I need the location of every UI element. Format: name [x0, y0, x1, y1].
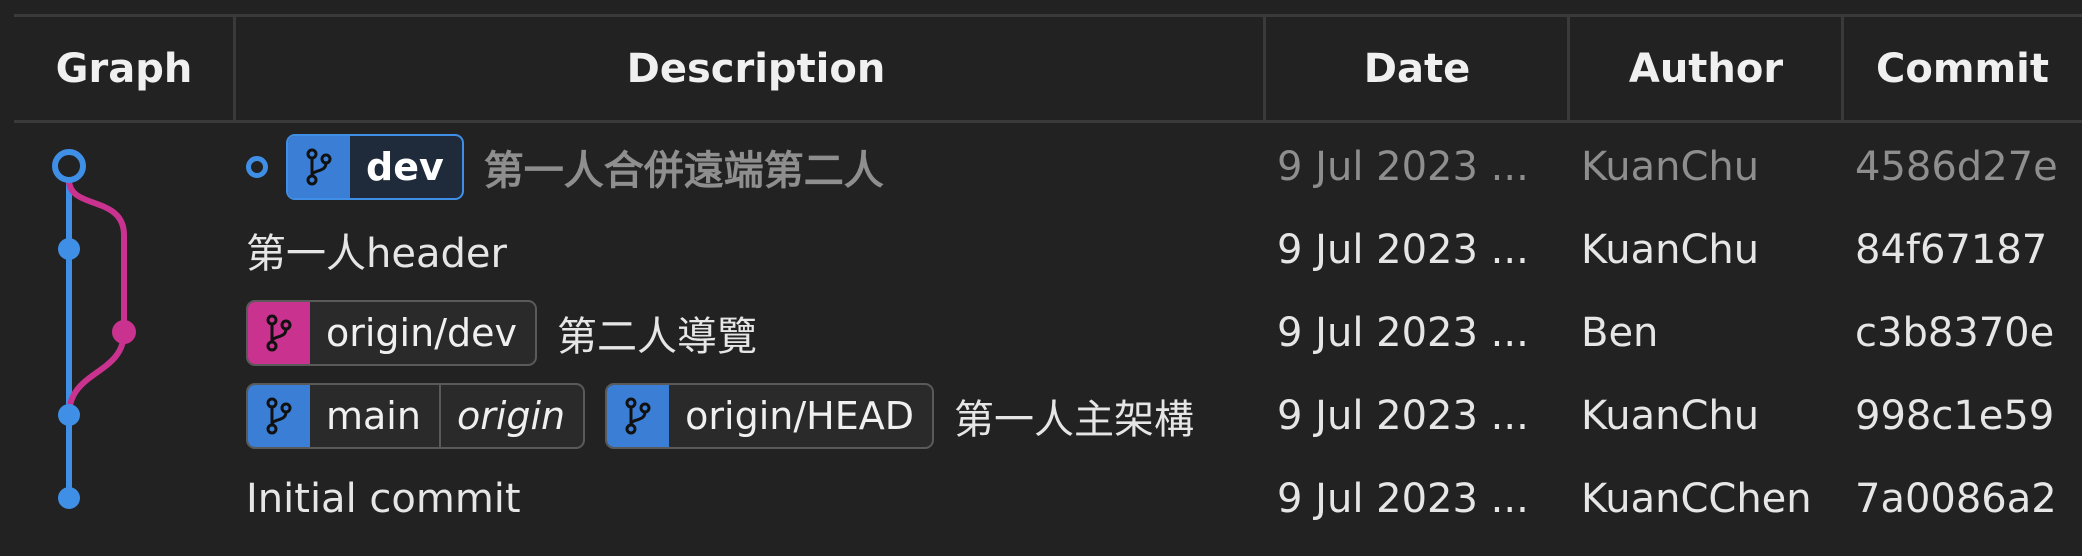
commit-message: 第一人header	[246, 230, 507, 277]
commit-author: Ben	[1581, 309, 1659, 356]
commit-author: KuanChu	[1581, 226, 1760, 273]
commit-hash[interactable]: 998c1e59	[1855, 374, 2082, 457]
commit-date: 9 Jul 2023 ...	[1277, 392, 1529, 439]
commit-date: 9 Jul 2023 ...	[1277, 309, 1529, 356]
branch-icon	[288, 135, 350, 198]
uncommitted-changes-icon	[246, 155, 268, 178]
commit-row[interactable]: origin/dev 第二人導覽 9 Jul 2023 ... Ben c3b8…	[0, 291, 2082, 374]
commit-date: 9 Jul 2023 ...	[1277, 226, 1529, 273]
commit-hash[interactable]: c3b8370e	[1855, 291, 2082, 374]
commit-row[interactable]: 第一人header 9 Jul 2023 ... KuanChu 84f6718…	[0, 208, 2082, 291]
column-header-author[interactable]: Author	[1569, 17, 1843, 121]
branch-badge-dev[interactable]: dev	[286, 133, 464, 200]
commit-author: KuanChu	[1581, 143, 1760, 190]
commit-author: KuanCChen	[1581, 475, 1812, 522]
commit-date: 9 Jul 2023 ...	[1277, 143, 1529, 190]
branch-badge-remote: origin	[456, 393, 566, 438]
commit-hash[interactable]: 7a0086a2	[1855, 457, 2082, 540]
branch-badge-label: origin/dev	[326, 310, 517, 355]
column-header-date[interactable]: Date	[1265, 17, 1569, 121]
commit-row[interactable]: dev 第一人合併遠端第二人 9 Jul 2023 ... KuanChu 45…	[0, 125, 2082, 208]
branch-icon	[248, 384, 310, 447]
branch-icon	[248, 301, 310, 364]
column-resize-handle[interactable]	[1263, 17, 1266, 121]
branch-icon	[607, 384, 670, 447]
branch-badge-origin-head[interactable]: origin/HEAD	[605, 382, 934, 449]
branch-badge-label: main	[326, 393, 421, 438]
branch-badge-main[interactable]: main origin	[246, 382, 586, 449]
branch-badge-origin-dev[interactable]: origin/dev	[246, 299, 537, 366]
commit-row[interactable]: main origin origin/HEAD 第一人主架構 9 Jul 202…	[0, 374, 2082, 457]
commit-author: KuanChu	[1581, 392, 1760, 439]
column-header-commit[interactable]: Commit	[1843, 17, 2082, 121]
branch-badge-label: origin/HEAD	[685, 393, 914, 438]
column-resize-handle[interactable]	[1567, 17, 1570, 121]
branch-badge-label: dev	[366, 144, 444, 189]
commit-message: Initial commit	[246, 475, 521, 522]
commit-message: 第一人合併遠端第二人	[483, 147, 884, 194]
commit-hash[interactable]: 84f67187	[1855, 208, 2082, 291]
column-header-description[interactable]: Description	[236, 17, 1276, 121]
commit-message: 第二人導覽	[556, 313, 757, 360]
commit-message: 第一人主架構	[954, 396, 1194, 443]
commit-hash[interactable]: 4586d27e	[1855, 125, 2082, 208]
table-header: Graph Description Date Author Commit	[14, 17, 2082, 121]
commit-date: 9 Jul 2023 ...	[1277, 475, 1529, 522]
header-bottom-border	[14, 120, 2082, 123]
column-resize-handle[interactable]	[1841, 17, 1844, 121]
commit-row[interactable]: Initial commit 9 Jul 2023 ... KuanCChen …	[0, 457, 2082, 540]
